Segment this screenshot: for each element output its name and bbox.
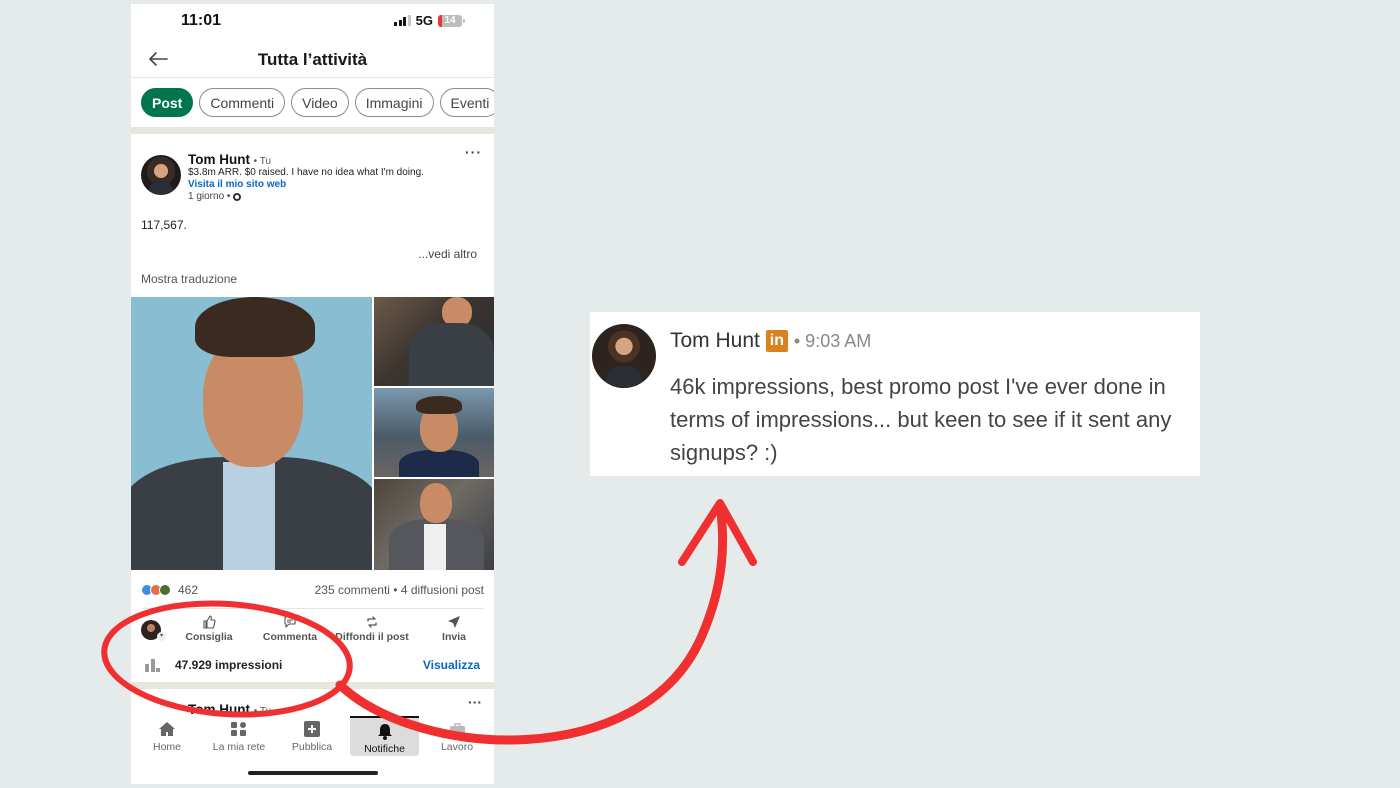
comment-button[interactable]: Commenta [259, 614, 321, 643]
comments-shares-count[interactable]: 235 commenti • 4 diffusioni post [315, 583, 484, 597]
chat-author: Tom Hunt [670, 329, 760, 352]
like-button[interactable]: Consiglia [181, 614, 237, 643]
filter-chip-immagini[interactable]: Immagini [354, 88, 434, 117]
action-divider [141, 608, 484, 609]
post-image-grid [131, 297, 494, 570]
post-age: 1 giorno • [188, 191, 231, 202]
bell-icon [377, 723, 392, 740]
section-divider [131, 682, 494, 689]
repost-icon [367, 616, 377, 628]
view-analytics-link[interactable]: Visualizza [423, 658, 480, 672]
image-hair [195, 297, 315, 357]
send-icon [448, 616, 460, 628]
next-post-author-name: Tom Hunt [188, 702, 250, 717]
post-image-2[interactable] [374, 297, 494, 386]
author-name[interactable]: Tom Hunt [188, 152, 250, 167]
page-title: Tutta l’attività [257, 50, 368, 69]
see-more-link[interactable]: ...vedi altro [418, 247, 477, 261]
tab-home-label: Home [152, 741, 181, 753]
social-counts: 462 235 commenti • 4 diffusioni post [141, 582, 484, 600]
filter-chip-post[interactable]: Post [141, 88, 194, 117]
tab-jobs-label: Lavoro [440, 741, 474, 753]
home-indicator [248, 771, 378, 775]
comment-icon [284, 616, 296, 628]
image-sweater [399, 450, 479, 477]
plus-square-icon [304, 721, 320, 737]
post-image-3[interactable] [374, 388, 494, 477]
filter-chip-commenti[interactable]: Commenti [199, 88, 286, 117]
reaction-count[interactable]: 462 [178, 583, 198, 597]
like-label: Consiglia [185, 631, 233, 643]
tab-notifications[interactable]: Notifiche [350, 716, 419, 756]
chat-header: Tom Hunt in • 9:03 AM [670, 329, 871, 353]
chat-timestamp: • 9:03 AM [793, 330, 872, 351]
image-hair [416, 396, 462, 414]
post-image-main[interactable] [131, 297, 372, 570]
comment-label: Commenta [262, 631, 318, 643]
bar-chart-icon [145, 658, 163, 672]
impressions-row: 47.929 impressioni Visualizza [131, 654, 494, 678]
repost-button[interactable]: Diffondi il post [334, 614, 410, 643]
briefcase-icon [449, 722, 465, 736]
post-meta: 1 giorno • [188, 191, 242, 202]
filter-chip-video[interactable]: Video [291, 88, 349, 117]
author-relation: • Tu [253, 156, 272, 167]
thumbs-up-icon [203, 615, 216, 629]
globe-icon [233, 192, 242, 201]
tab-jobs[interactable]: Lavoro [434, 716, 480, 756]
tab-notifications-label: Notifiche [364, 743, 405, 755]
author-headline: $3.8m ARR. $0 raised. I have no idea wha… [188, 167, 424, 178]
linkedin-badge-icon: in [765, 330, 788, 352]
tab-network[interactable]: La mia rete [209, 716, 269, 756]
image-shirt [223, 462, 275, 570]
network-icon [231, 722, 246, 736]
signal-icon [394, 15, 411, 26]
battery-icon: 14 [438, 14, 465, 27]
show-translation-link[interactable]: Mostra traduzione [141, 272, 237, 286]
section-divider [131, 127, 494, 134]
filter-chips: Post Commenti Video Immagini Eventi [141, 88, 494, 117]
post-text: 117,567. [141, 218, 187, 232]
chat-avatar [592, 324, 656, 388]
chat-message-text: 46k impressions, best promo post I've ev… [670, 374, 1172, 465]
network-label: 5G [415, 13, 433, 28]
nav-header: Tutta l’attività [131, 42, 494, 78]
next-post-author[interactable]: Tom Hunt • Tu [188, 702, 271, 717]
more-options-icon[interactable]: ··· [465, 144, 482, 160]
image-jacket [409, 323, 494, 386]
impressions-count: 47.929 impressioni [175, 658, 283, 672]
battery-level: 14 [444, 15, 456, 26]
repost-label: Diffondi il post [335, 631, 409, 643]
home-icon [159, 722, 175, 736]
reaction-icons[interactable] [141, 584, 171, 596]
post-image-4[interactable] [374, 479, 494, 570]
author-line: Tom Hunt • Tu [188, 152, 271, 167]
send-label: Invia [442, 631, 466, 643]
status-bar: 11:01 5G 14 [131, 4, 494, 42]
status-time: 11:01 [181, 12, 222, 29]
phone-screenshot: 11:01 5G 14 Tutta l’attività Post Commen… [131, 4, 494, 784]
tab-post-label: Pubblica [291, 741, 333, 753]
chevron-down-icon[interactable]: ▾ [157, 632, 166, 641]
post-actions: ▾ Consiglia Commenta Diffondi il post In… [131, 614, 494, 648]
tab-home[interactable]: Home [145, 716, 189, 756]
more-options-icon[interactable]: ··· [468, 694, 482, 710]
website-link[interactable]: Visita il mio sito web [188, 179, 286, 190]
status-indicators: 5G 14 [394, 13, 465, 28]
image-shirt [424, 524, 446, 570]
image-face [420, 483, 452, 523]
support-reaction-icon [159, 584, 171, 596]
author-avatar[interactable] [141, 155, 181, 195]
arrow-head [678, 499, 757, 566]
tab-post[interactable]: Pubblica [286, 716, 338, 756]
tab-network-label: La mia rete [212, 741, 266, 753]
filter-chip-eventi[interactable]: Eventi [439, 88, 494, 117]
chat-message-card: Tom Hunt in • 9:03 AM 46k impressions, b… [590, 312, 1200, 476]
send-button[interactable]: Invia [435, 614, 473, 643]
bottom-navigation: Home La mia rete Pubblica Notifiche Lavo… [131, 716, 494, 756]
